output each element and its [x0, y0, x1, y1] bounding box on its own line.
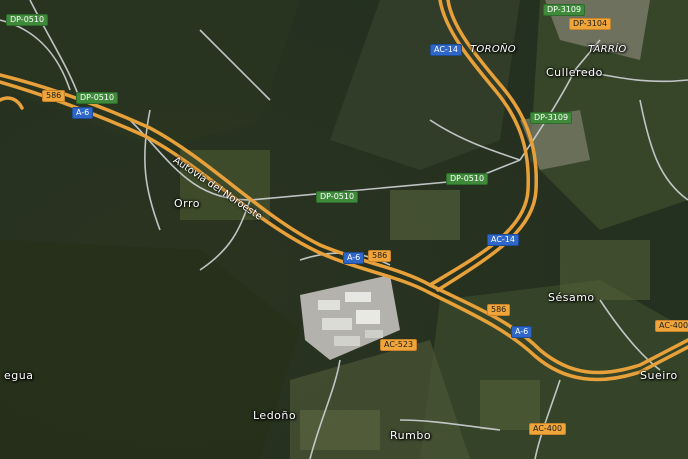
- road-shield-dp0510: DP-0510: [6, 14, 49, 26]
- road-shield-dp0510: DP-0510: [316, 191, 359, 203]
- road-shield-ac14: AC-14: [487, 234, 519, 246]
- road-shield-dp3109: DP-3109: [530, 112, 573, 124]
- place-label-sueiro: Sueiro: [640, 369, 678, 382]
- road-shield-a6: A-6: [72, 107, 94, 119]
- road-shield-ac523: AC-523: [380, 339, 418, 351]
- satellite-map[interactable]: TOROÑO TARRÍO Culleredo Orro Sésamo Suei…: [0, 0, 688, 459]
- place-label-egua: egua: [4, 369, 34, 382]
- place-label-ledono: Ledoño: [253, 409, 297, 422]
- place-label-rumbo: Rumbo: [390, 429, 432, 442]
- road-shield-586: 586: [487, 304, 511, 316]
- road-shield-ac400: AC-400: [529, 423, 567, 435]
- place-label-culleredo: Culleredo: [546, 66, 603, 79]
- place-label-toroño: TOROÑO: [470, 44, 516, 55]
- road-shield-a6: A-6: [343, 252, 365, 264]
- road-shield-dp0510: DP-0510: [76, 92, 119, 104]
- place-label-sesamo: Sésamo: [548, 291, 595, 304]
- road-shield-586: 586: [42, 90, 66, 102]
- road-shield-ac14: AC-14: [430, 44, 462, 56]
- road-shield-a6: A-6: [511, 326, 533, 338]
- road-shield-dp3109: DP-3109: [543, 4, 586, 16]
- road-shield-586: 586: [368, 250, 392, 262]
- road-shield-ac400: AC-400: [655, 320, 688, 332]
- place-label-tarrio: TARRÍO: [588, 44, 627, 55]
- road-shield-dp3104: DP-3104: [569, 18, 612, 30]
- place-label-orro: Orro: [174, 197, 200, 210]
- road-shield-dp0510: DP-0510: [446, 173, 489, 185]
